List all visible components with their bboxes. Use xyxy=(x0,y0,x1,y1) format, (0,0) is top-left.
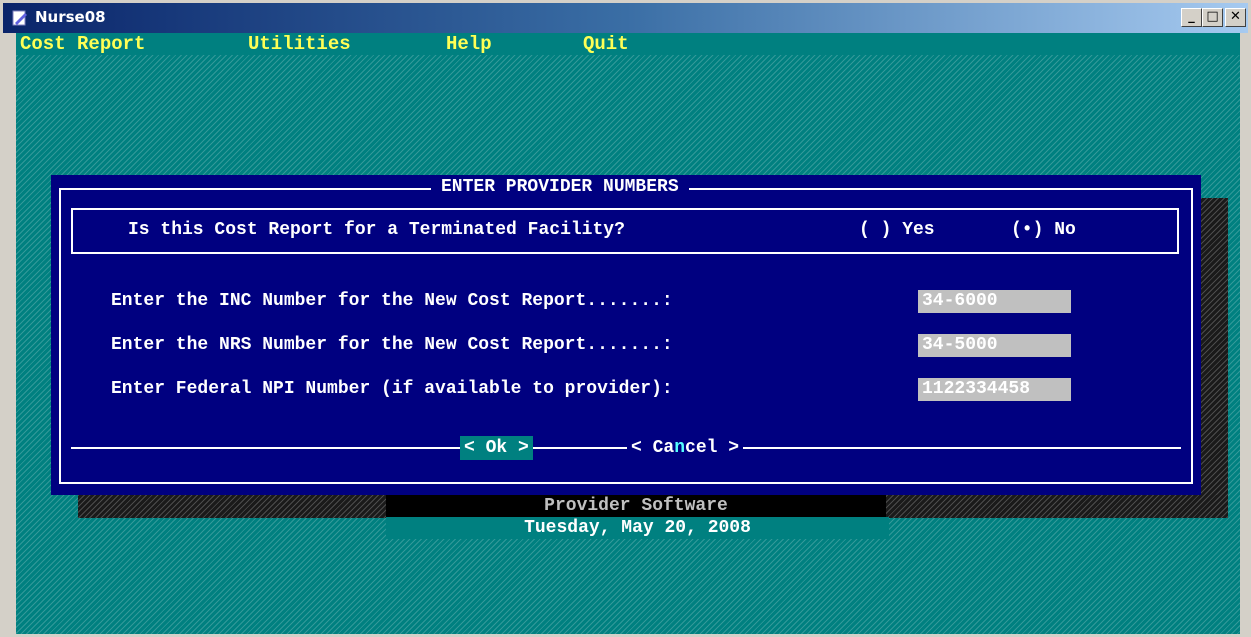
npi-label: Enter Federal NPI Number (if available t… xyxy=(111,379,673,399)
maximize-icon: □ xyxy=(1206,9,1219,24)
title-bar[interactable]: Nurse08 _ □ ✕ xyxy=(3,3,1248,33)
frame-bottom xyxy=(59,482,1193,484)
cancel-label-suffix: cel > xyxy=(685,438,740,458)
minimize-icon: _ xyxy=(1188,9,1195,24)
terminated-question: Is this Cost Report for a Terminated Fac… xyxy=(128,220,625,240)
maximize-button[interactable]: □ xyxy=(1202,8,1223,27)
inc-number-field[interactable]: 34-6000 xyxy=(918,290,1071,313)
radio-no[interactable]: (•) No xyxy=(1011,220,1076,240)
provider-numbers-dialog: ENTER PROVIDER NUMBERS Is this Cost Repo… xyxy=(51,175,1201,495)
menu-help[interactable]: Help xyxy=(446,33,492,55)
button-separator xyxy=(71,447,1181,449)
nrs-number-field[interactable]: 34-5000 xyxy=(918,334,1071,357)
frame-left xyxy=(59,188,61,484)
frame-right xyxy=(1191,188,1193,484)
menu-bar: Cost Report Utilities Help Quit xyxy=(16,33,1240,55)
product-name: Provider Software xyxy=(386,495,886,517)
close-button[interactable]: ✕ xyxy=(1225,8,1246,27)
menu-utilities[interactable]: Utilities xyxy=(248,33,351,55)
window-title: Nurse08 xyxy=(35,8,106,26)
dialog-shadow-right xyxy=(1201,198,1228,518)
inc-label: Enter the INC Number for the New Cost Re… xyxy=(111,291,673,311)
nrs-label: Enter the NRS Number for the New Cost Re… xyxy=(111,335,673,355)
minimize-button[interactable]: _ xyxy=(1181,8,1202,27)
dialog-title: ENTER PROVIDER NUMBERS xyxy=(431,177,689,197)
radio-yes[interactable]: ( ) Yes xyxy=(859,220,935,240)
cancel-button[interactable]: < Cancel > xyxy=(627,436,744,460)
current-date: Tuesday, May 20, 2008 xyxy=(386,517,889,539)
cancel-label-prefix: < Ca xyxy=(631,438,675,458)
menu-cost-report[interactable]: Cost Report xyxy=(20,33,145,55)
ok-button[interactable]: < Ok > xyxy=(460,436,533,460)
close-icon: ✕ xyxy=(1230,9,1241,24)
npi-number-field[interactable]: 1122334458 xyxy=(918,378,1071,401)
application-window: Nurse08 _ □ ✕ Cost Report Utilities Help… xyxy=(0,0,1251,637)
menu-quit[interactable]: Quit xyxy=(583,33,629,55)
cancel-hotkey: n xyxy=(674,438,686,458)
app-icon xyxy=(12,10,27,26)
console-area: Cost Report Utilities Help Quit ENTER PR… xyxy=(16,33,1240,634)
